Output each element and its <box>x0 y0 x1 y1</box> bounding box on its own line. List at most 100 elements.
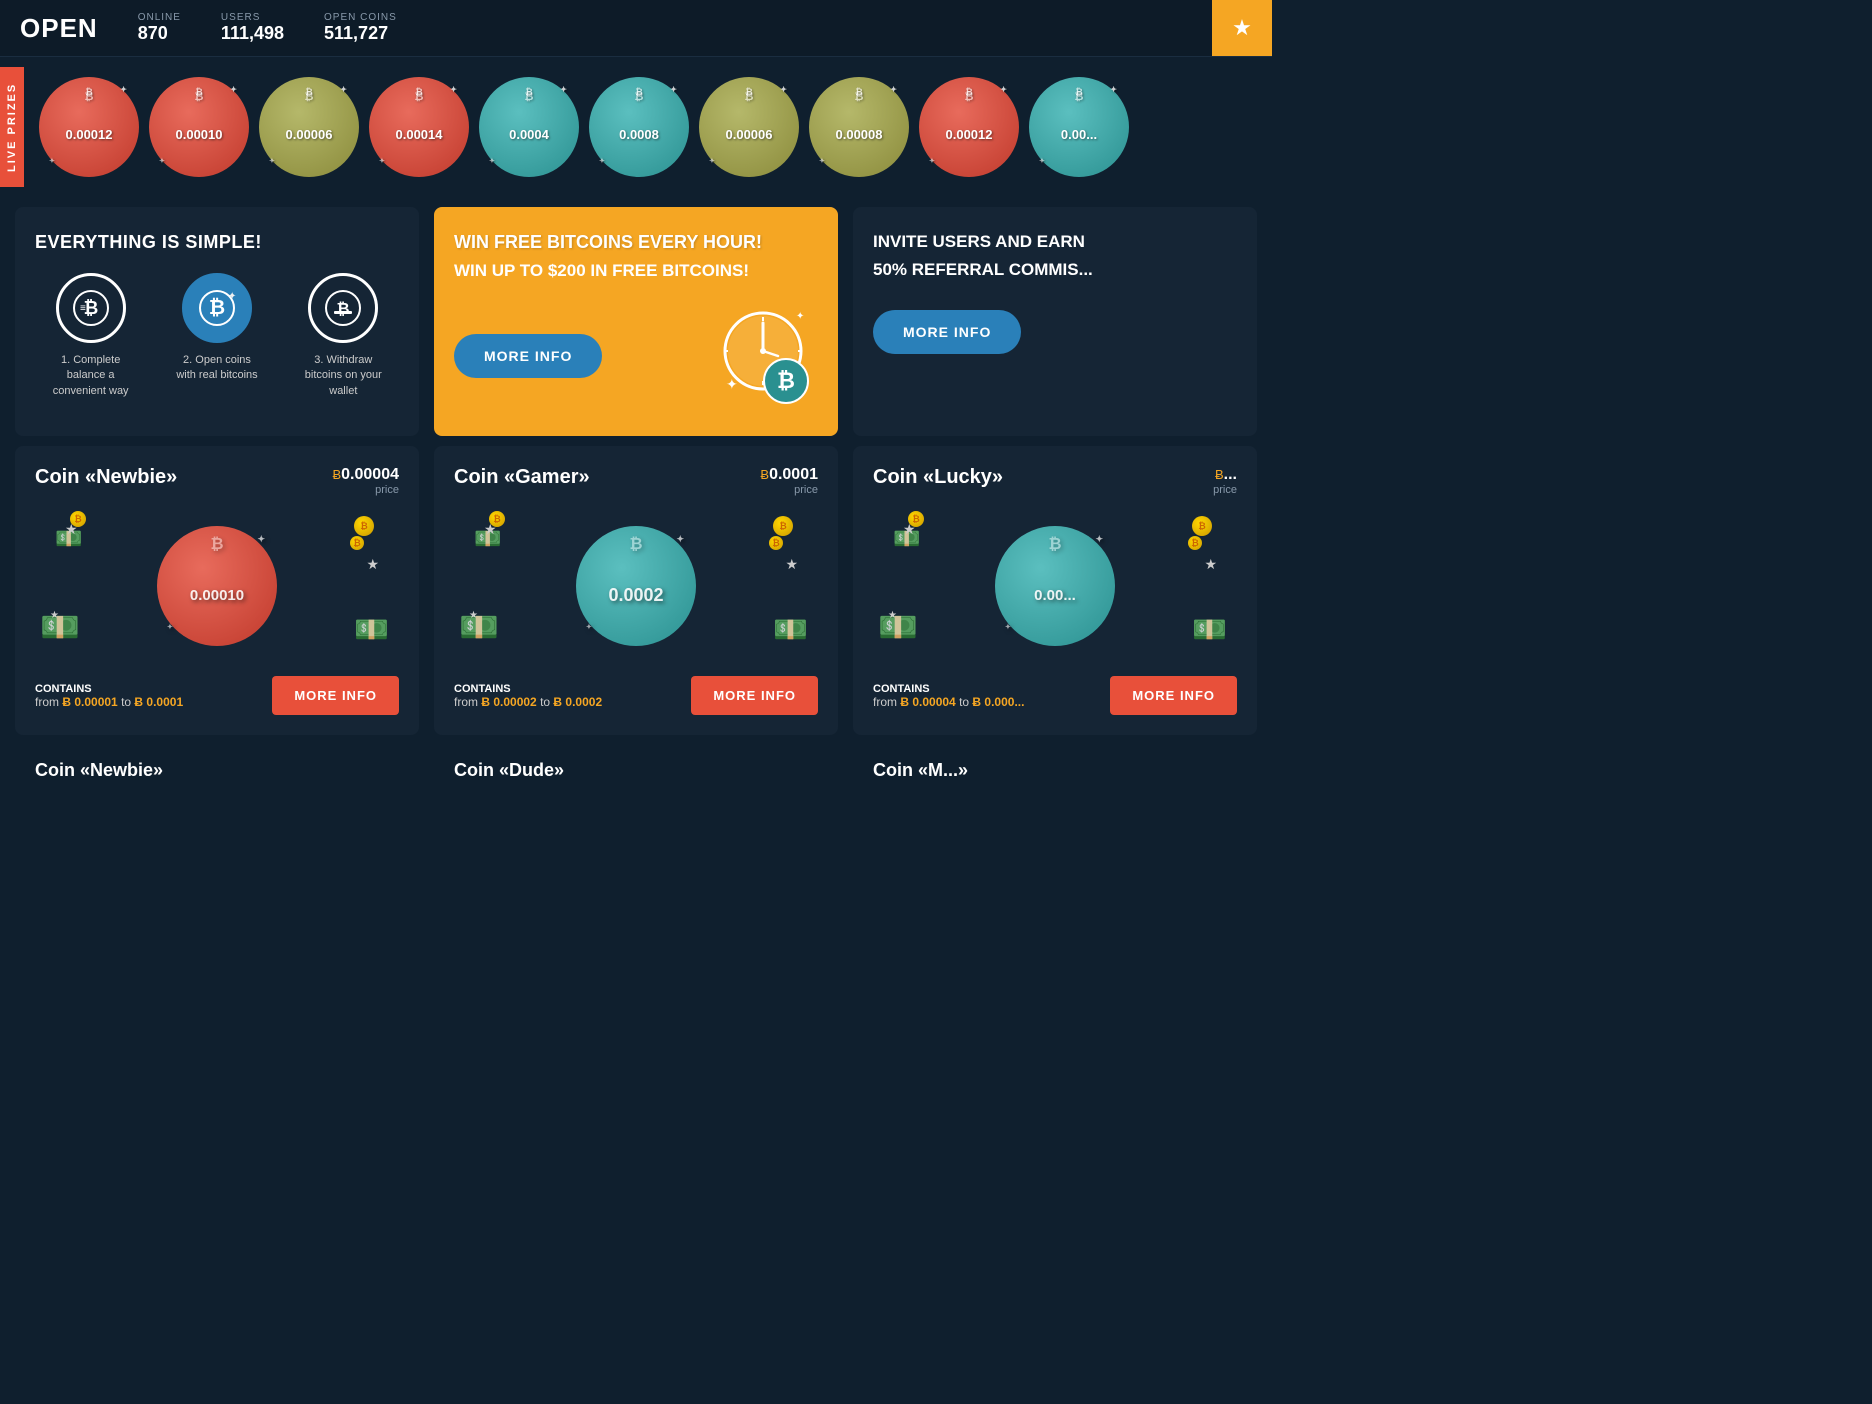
prize-coin: 0.00012 ₿ ✦ ✦ <box>39 77 139 177</box>
range-to: Ƀ 0.0002 <box>553 695 602 709</box>
range-from: Ƀ 0.00001 <box>62 695 117 709</box>
step-3-label: 3. Withdraw bitcoins on your wallet <box>298 353 388 399</box>
gold-coin: ₿ <box>908 511 924 527</box>
gold-coin: ₿ <box>769 536 783 550</box>
coin-footer: CONTAINS from Ƀ 0.00004 to Ƀ 0.000... MO… <box>873 676 1237 715</box>
prize-coin: 0.00... ₿ ✦ ✦ <box>1029 77 1129 177</box>
step-2: ₿ ✦ 2. Open coins with real bitcoins <box>172 273 262 399</box>
star-decoration: ★ <box>903 521 916 538</box>
step-1: ₿ ≡ 1. Complete balance a convenient way <box>46 273 136 399</box>
contains-info: CONTAINS from Ƀ 0.00001 to Ƀ 0.0001 <box>35 683 183 709</box>
contains-range: from Ƀ 0.00004 to Ƀ 0.000... <box>873 695 1024 709</box>
contains-label: CONTAINS <box>873 683 1024 695</box>
open-coins-value: 511,727 <box>324 23 397 44</box>
gold-coin: ₿ <box>350 536 364 550</box>
coin-visual: 💵 💵 💵 ₿ ₿ ₿ ★ ★ ★ ₿ 0.00010 ✦ ✦ <box>35 506 399 666</box>
win-card-subtitle: WIN UP TO $200 IN FREE BITCOINS! <box>454 261 818 281</box>
step-3-icon: ₿ <box>308 273 378 343</box>
coin-more-info-button[interactable]: MORE INFO <box>1110 676 1237 715</box>
gold-coin: ₿ <box>70 511 86 527</box>
live-prizes-label: LIVE PRIZES <box>0 67 24 187</box>
coin-footer: CONTAINS from Ƀ 0.00001 to Ƀ 0.0001 MORE… <box>35 676 399 715</box>
coin-footer: CONTAINS from Ƀ 0.00002 to Ƀ 0.0002 MORE… <box>454 676 818 715</box>
coin-price: Ƀ0.0001 price <box>760 466 818 496</box>
star-decoration: ★ <box>65 521 78 538</box>
range-to: Ƀ 0.000... <box>972 695 1024 709</box>
prize-coin: 0.0004 ₿ ✦ ✦ <box>479 77 579 177</box>
coin-price: Ƀ... price <box>1213 466 1237 496</box>
btc-symbol: Ƀ <box>332 467 341 482</box>
contains-label: CONTAINS <box>454 683 602 695</box>
clock-wrapper: ₿ ✦ ✦ <box>708 301 818 411</box>
simple-card: EVERYTHING IS SIMPLE! ₿ ≡ 1. Complete ba… <box>15 207 419 436</box>
money-bag: 💵 <box>354 613 389 646</box>
svg-text:₿: ₿ <box>777 368 795 393</box>
invite-more-info-button[interactable]: MORE INFO <box>873 310 1021 354</box>
svg-text:₿: ₿ <box>209 297 225 319</box>
online-label: ONLINE <box>138 12 181 23</box>
prizes-row: 0.00012 ₿ ✦ ✦ 0.00010 ₿ ✦ ✦ 0.00006 ₿ ✦ … <box>24 67 1144 187</box>
coin-card-0: Coin «Newbie» Ƀ0.00004 price 💵 💵 💵 ₿ ₿ ₿… <box>15 446 419 735</box>
money-bag: 💵 <box>459 608 499 646</box>
money-bag: 💵 <box>893 526 920 552</box>
contains-range: from Ƀ 0.00001 to Ƀ 0.0001 <box>35 695 183 709</box>
coin-name: Coin «Newbie» <box>35 466 177 489</box>
header-action-button[interactable]: ★ <box>1212 0 1272 56</box>
star-decoration: ★ <box>50 610 59 621</box>
coin-more-info-button[interactable]: MORE INFO <box>272 676 399 715</box>
money-bag: 💵 <box>773 613 808 646</box>
contains-range: from Ƀ 0.00002 to Ƀ 0.0002 <box>454 695 602 709</box>
coin-card-2: Coin «Lucky» Ƀ... price 💵 💵 💵 ₿ ₿ ₿ ★ ★ … <box>853 446 1257 735</box>
invite-card-subtitle: 50% REFERRAL COMMIS... <box>873 260 1237 280</box>
coin-visual: 💵 💵 💵 ₿ ₿ ₿ ★ ★ ★ ₿ 0.0002 ✦ ✦ <box>454 506 818 666</box>
coin-price: Ƀ0.00004 price <box>332 466 399 496</box>
money-bag: 💵 <box>55 526 82 552</box>
range-from: Ƀ 0.00004 <box>900 695 955 709</box>
users-label: USERS <box>221 12 284 23</box>
btc-symbol: Ƀ <box>760 467 769 482</box>
price-label: price <box>760 484 818 496</box>
money-bag: 💵 <box>474 526 501 552</box>
svg-text:₿: ₿ <box>83 298 98 318</box>
coin-more-info-button[interactable]: MORE INFO <box>691 676 818 715</box>
prize-coin: 0.00006 ₿ ✦ ✦ <box>699 77 799 177</box>
prize-coin: 0.00008 ₿ ✦ ✦ <box>809 77 909 177</box>
gold-coin: ₿ <box>773 516 793 536</box>
invite-card-title: INVITE USERS AND EARN <box>873 232 1237 252</box>
contains-label: CONTAINS <box>35 683 183 695</box>
gold-coin: ₿ <box>1188 536 1202 550</box>
prize-coin: 0.00006 ₿ ✦ ✦ <box>259 77 359 177</box>
coin-visual: 💵 💵 💵 ₿ ₿ ₿ ★ ★ ★ ₿ 0.00... ✦ ✦ <box>873 506 1237 666</box>
svg-text:✦: ✦ <box>796 311 804 322</box>
svg-text:₿: ₿ <box>337 300 350 318</box>
step-1-label: 1. Complete balance a convenient way <box>46 353 136 399</box>
coin-name: Coin «Lucky» <box>873 466 1003 489</box>
contains-info: CONTAINS from Ƀ 0.00004 to Ƀ 0.000... <box>873 683 1024 709</box>
star-decoration: ★ <box>1204 556 1217 573</box>
online-value: 870 <box>138 23 181 44</box>
svg-text:✦: ✦ <box>228 291 236 302</box>
steps-row: ₿ ≡ 1. Complete balance a convenient way… <box>35 273 399 399</box>
main-grid: EVERYTHING IS SIMPLE! ₿ ≡ 1. Complete ba… <box>0 197 1272 446</box>
big-coin: ₿ 0.0002 ✦ ✦ <box>576 526 696 646</box>
big-coin: ₿ 0.00... ✦ ✦ <box>995 526 1115 646</box>
svg-text:✦: ✦ <box>726 376 738 392</box>
prize-coin: 0.0008 ₿ ✦ ✦ <box>589 77 689 177</box>
header-stats: ONLINE 870 USERS 111,498 OPEN COINS 511,… <box>138 12 397 44</box>
coin-card-header: Coin «Gamer» Ƀ0.0001 price <box>454 466 818 496</box>
coin-card-1: Coin «Gamer» Ƀ0.0001 price 💵 💵 💵 ₿ ₿ ₿ ★… <box>434 446 838 735</box>
price-label: price <box>1213 484 1237 496</box>
money-bag: 💵 <box>40 608 80 646</box>
prize-coin: 0.00010 ₿ ✦ ✦ <box>149 77 249 177</box>
big-coin: ₿ 0.00010 ✦ ✦ <box>157 526 277 646</box>
win-card-content: MORE INFO <box>454 301 818 411</box>
header: OPEN ONLINE 870 USERS 111,498 OPEN COINS… <box>0 0 1272 57</box>
svg-text:≡: ≡ <box>80 303 86 314</box>
logo: OPEN <box>20 13 98 44</box>
star-decoration: ★ <box>484 521 497 538</box>
price-amount: 0.00004 <box>341 466 399 483</box>
money-bag: 💵 <box>878 608 918 646</box>
open-coins-label: OPEN COINS <box>324 12 397 23</box>
win-card-title: WIN FREE BITCOINS EVERY HOUR! <box>454 232 818 253</box>
win-more-info-button[interactable]: MORE INFO <box>454 334 602 378</box>
